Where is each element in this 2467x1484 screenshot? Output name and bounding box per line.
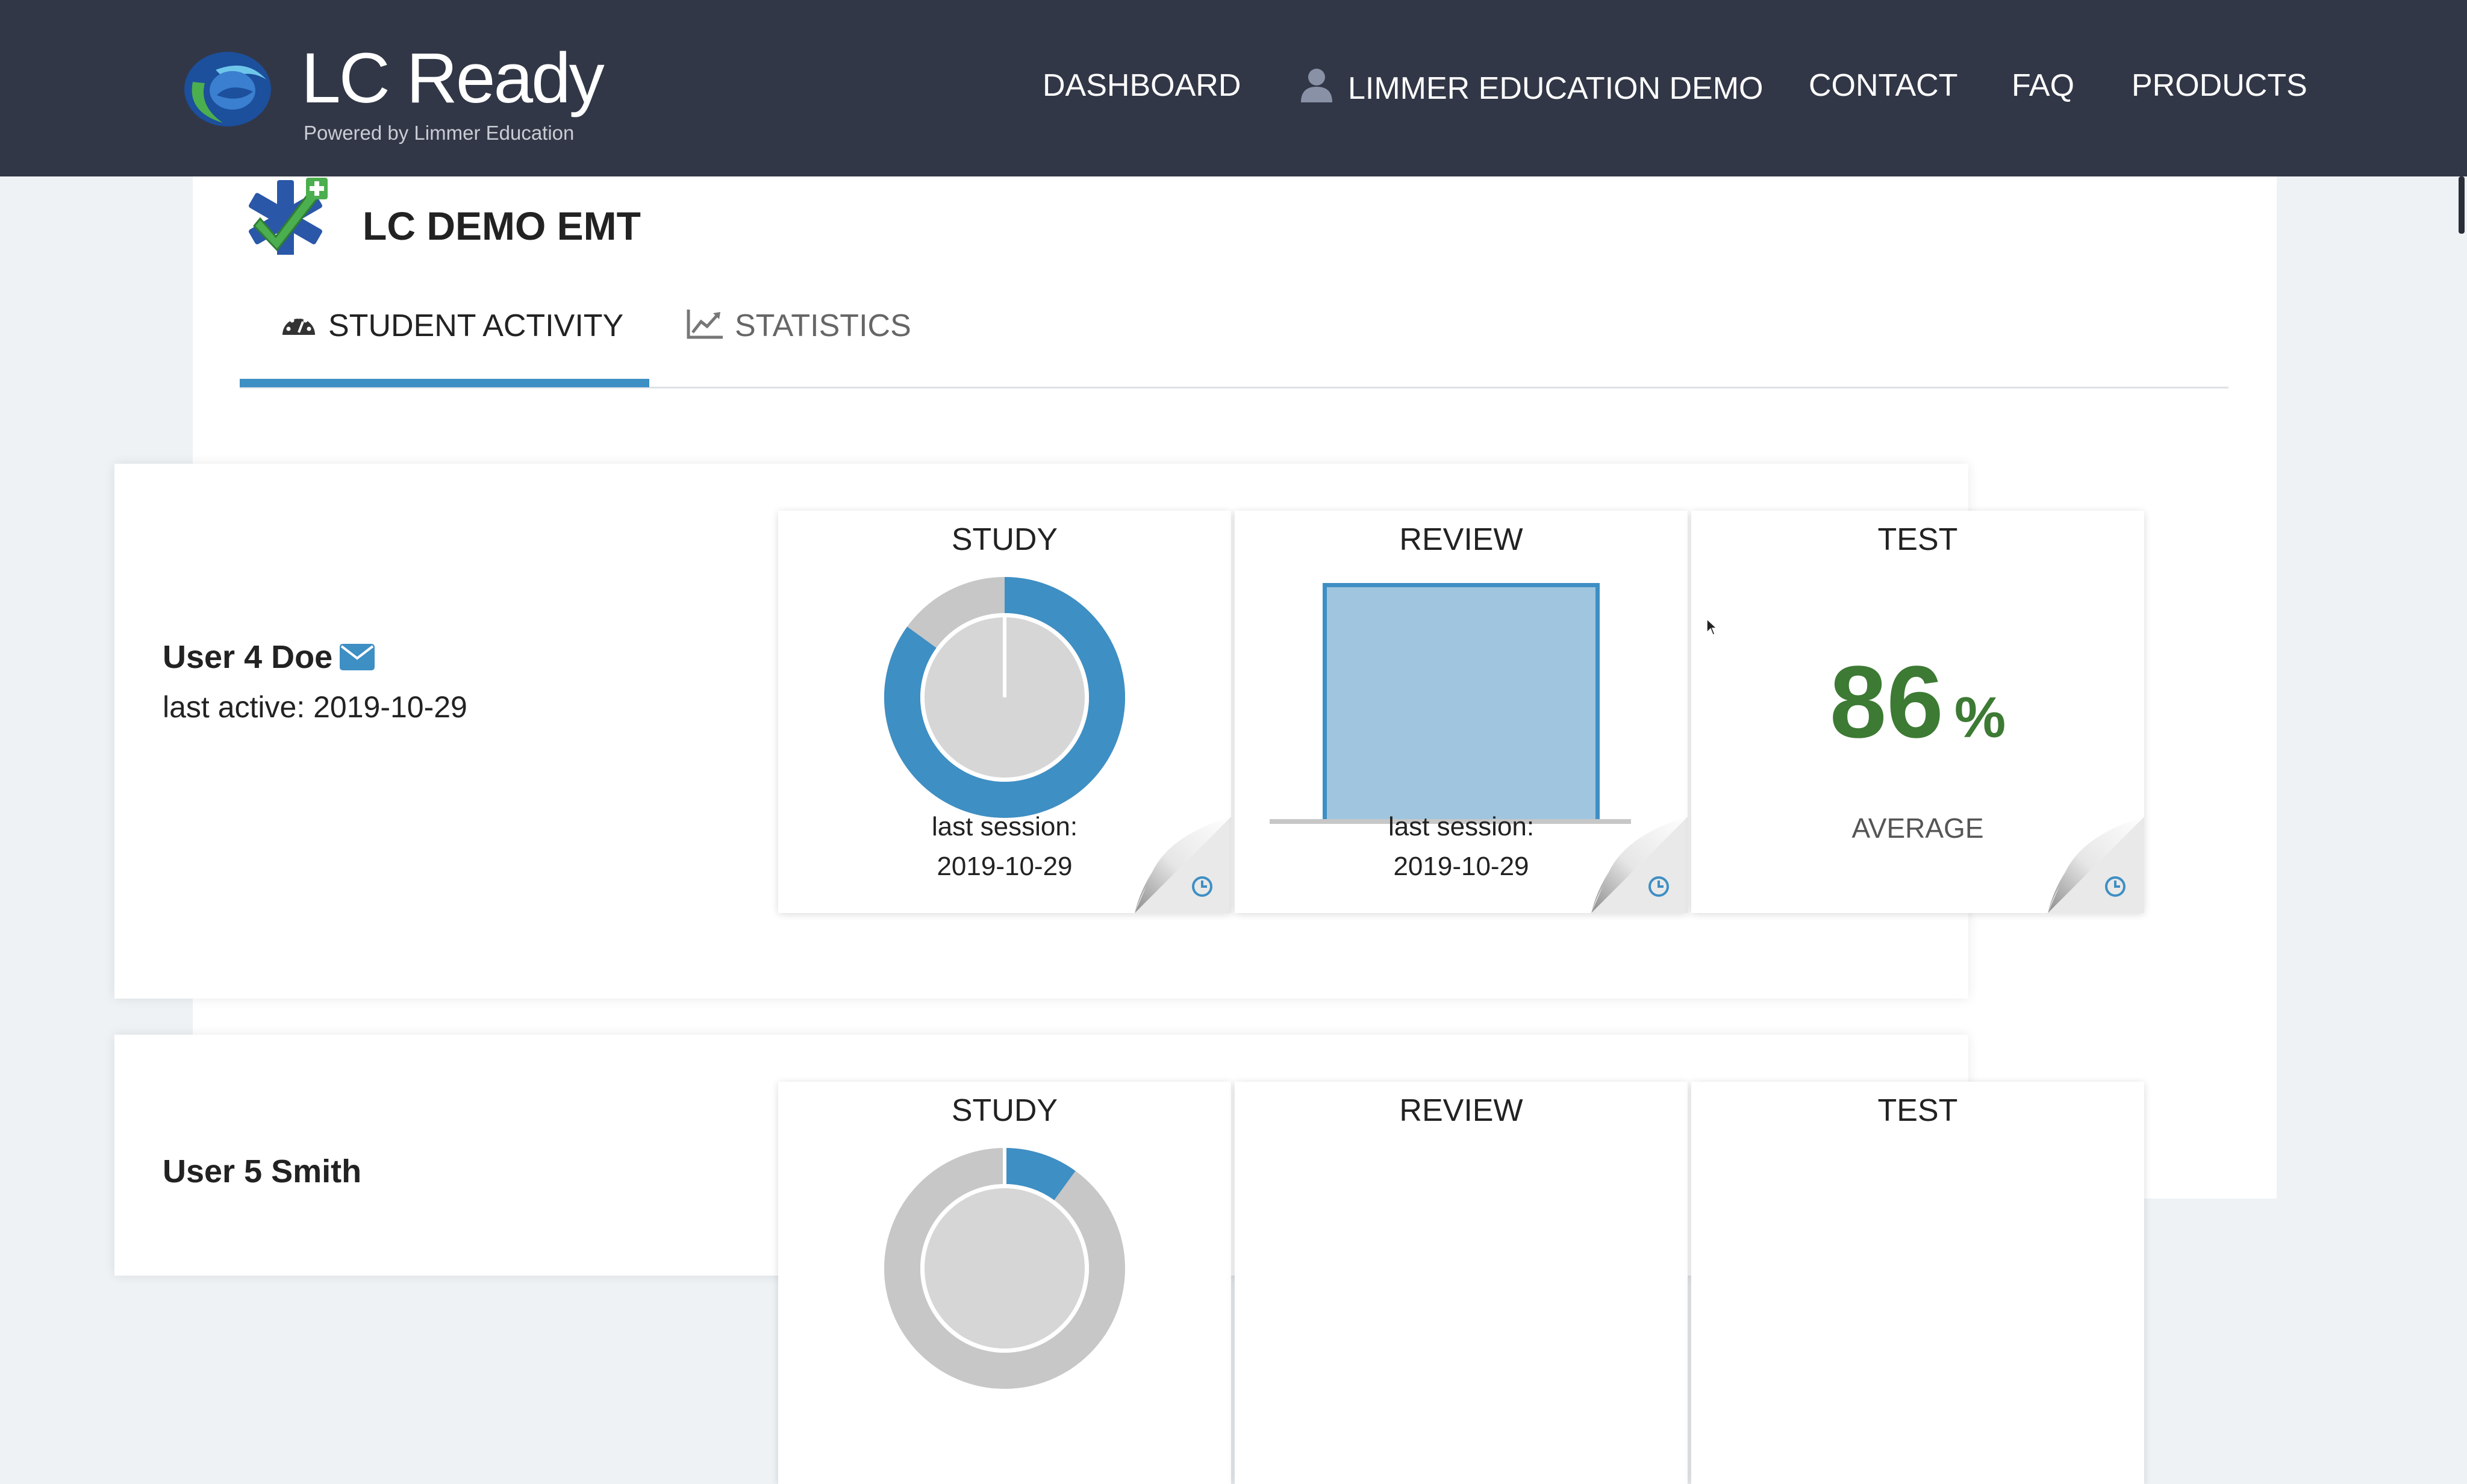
student-card: User 5 Smith STUDY REVIEW TEST [114, 1035, 2144, 1484]
tab-student-activity[interactable]: STUDENT ACTIVITY [280, 308, 623, 344]
review-progress-bar [1323, 583, 1600, 819]
study-tile: STUDY [778, 1082, 1231, 1484]
review-history-toggle[interactable] [1591, 817, 1688, 913]
page-title: LC DEMO EMT [363, 204, 641, 248]
star-of-life-check-icon [249, 178, 328, 255]
review-tile: REVIEW last session: 2019-10-29 [1235, 511, 1688, 913]
review-tile: REVIEW [1235, 1082, 1688, 1484]
test-average-score: 86% [1691, 643, 2144, 761]
test-tile: TEST [1691, 1082, 2144, 1484]
nav-account-label: LIMMER EDUCATION DEMO [1348, 71, 1764, 106]
nav-contact[interactable]: CONTACT [1809, 67, 1957, 104]
nav-account[interactable]: LIMMER EDUCATION DEMO [1300, 67, 1764, 107]
user-icon [1301, 69, 1332, 102]
test-history-toggle[interactable] [2048, 817, 2144, 913]
study-progress-arc [1004, 1148, 1076, 1201]
line-chart-icon [687, 310, 723, 339]
nav-products[interactable]: PRODUCTS [2132, 67, 2307, 104]
tab-statistics-label: STATISTICS [735, 308, 911, 343]
student-name[interactable]: User 4 Doe [163, 638, 375, 676]
lc-ready-logo-icon [184, 52, 271, 126]
student-name-text: User 4 Doe [163, 639, 333, 675]
brand-name: LC Ready [301, 39, 605, 118]
envelope-icon[interactable] [340, 644, 375, 670]
tab-student-activity-label: STUDENT ACTIVITY [328, 308, 624, 343]
test-title: TEST [1877, 522, 1958, 557]
last-active: last active: 2019-10-29 [163, 690, 467, 724]
brand-tagline: Powered by Limmer Education [304, 122, 575, 144]
test-title: TEST [1877, 1093, 1958, 1128]
review-title: REVIEW [1399, 1093, 1523, 1128]
study-progress-donut [884, 577, 1125, 818]
test-tile: TEST 86% AVERAGE [1691, 511, 2144, 913]
test-average-unit: % [1954, 685, 2006, 750]
dashboard-gauge-icon [282, 314, 315, 335]
page-scrollbar[interactable] [2459, 176, 2465, 234]
review-title: REVIEW [1399, 522, 1523, 557]
nav-faq[interactable]: FAQ [2012, 67, 2074, 104]
study-title: STUDY [951, 1093, 1058, 1128]
mouse-cursor-icon [1706, 618, 1718, 635]
student-card: User 4 Doe last active: 2019-10-29 STUDY… [114, 464, 2144, 999]
top-navbar: LC Ready Powered by Limmer Education DAS… [0, 0, 2467, 176]
study-progress-donut [884, 1148, 1125, 1389]
tab-statistics[interactable]: STATISTICS [687, 308, 911, 344]
lc-ready-logo[interactable]: LC Ready Powered by Limmer Education [181, 39, 605, 149]
nav-dashboard[interactable]: DASHBOARD [1043, 67, 1241, 104]
study-tile: STUDY last session: 2019-10-29 [778, 511, 1231, 913]
study-history-toggle[interactable] [1135, 817, 1231, 913]
test-average-value: 86 [1829, 645, 1944, 759]
student-name[interactable]: User 5 Smith [163, 1153, 361, 1190]
active-tab-indicator [240, 379, 649, 387]
study-title: STUDY [951, 522, 1058, 557]
